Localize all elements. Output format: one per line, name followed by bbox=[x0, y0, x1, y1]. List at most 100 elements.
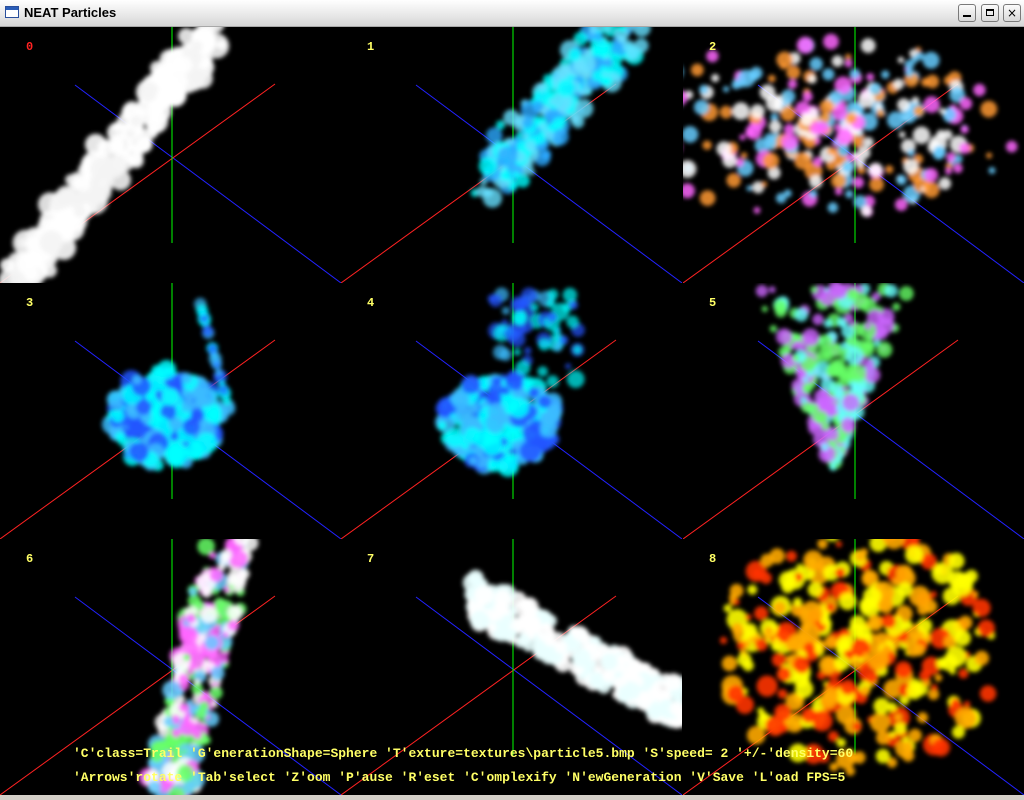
particle bbox=[209, 568, 224, 583]
particle bbox=[817, 539, 828, 550]
particle bbox=[546, 375, 559, 388]
particle bbox=[841, 393, 860, 412]
particle bbox=[754, 638, 768, 652]
particle bbox=[111, 138, 125, 152]
particle bbox=[801, 707, 817, 723]
particle bbox=[780, 105, 796, 122]
particle-canvas bbox=[0, 283, 341, 539]
particle bbox=[39, 210, 59, 230]
particle bbox=[202, 325, 214, 337]
particle bbox=[546, 404, 563, 421]
particle-viewport-4[interactable]: 4 bbox=[341, 283, 682, 539]
particle bbox=[740, 152, 748, 159]
particle bbox=[0, 258, 14, 272]
particle bbox=[543, 149, 552, 158]
particle bbox=[178, 702, 189, 713]
minimize-button[interactable] bbox=[958, 4, 976, 22]
particle bbox=[161, 388, 179, 406]
particle bbox=[454, 406, 471, 423]
particle bbox=[569, 639, 581, 651]
particle bbox=[923, 96, 940, 113]
particle bbox=[860, 205, 872, 217]
particle bbox=[816, 398, 824, 407]
particle bbox=[832, 105, 848, 121]
particle bbox=[894, 198, 908, 212]
particle bbox=[723, 86, 730, 93]
particle-viewport-2[interactable]: 2 bbox=[683, 27, 1024, 283]
particle bbox=[930, 684, 938, 691]
particle-cloud bbox=[435, 287, 585, 477]
particle bbox=[776, 667, 792, 682]
particle-viewport-5[interactable]: 5 bbox=[683, 283, 1024, 539]
status-line-controls: 'Arrows'rotate 'Tab'select 'Z'oom 'P'aus… bbox=[73, 770, 846, 785]
particle bbox=[801, 328, 820, 347]
particle bbox=[542, 74, 553, 85]
particle bbox=[760, 572, 772, 584]
particle bbox=[917, 712, 929, 724]
particle bbox=[213, 597, 226, 610]
particle bbox=[838, 639, 851, 651]
particle bbox=[877, 597, 894, 614]
particle-viewport-3[interactable]: 3 bbox=[0, 283, 341, 539]
particle bbox=[812, 313, 824, 326]
particle bbox=[898, 286, 914, 301]
particle bbox=[911, 55, 919, 64]
particle bbox=[948, 571, 967, 590]
particle bbox=[920, 553, 937, 570]
particle bbox=[881, 644, 892, 655]
particle bbox=[913, 105, 925, 117]
title-bar[interactable]: NEAT Particles × bbox=[0, 0, 1024, 27]
particle bbox=[200, 650, 209, 659]
particle bbox=[841, 325, 855, 339]
particle bbox=[227, 567, 248, 588]
particle bbox=[905, 545, 924, 564]
particle bbox=[208, 551, 217, 559]
particle bbox=[934, 674, 943, 682]
viewport-index-label: 4 bbox=[367, 296, 375, 310]
particle bbox=[793, 656, 811, 674]
particle bbox=[924, 635, 931, 643]
particle bbox=[55, 185, 78, 208]
particle bbox=[525, 140, 536, 151]
app-window-icon[interactable] bbox=[5, 6, 19, 18]
particle bbox=[153, 416, 169, 431]
particle bbox=[593, 31, 603, 41]
particle-viewport-0[interactable]: 0 bbox=[0, 27, 341, 283]
particle bbox=[838, 592, 857, 611]
particle bbox=[571, 648, 591, 668]
particle bbox=[988, 167, 996, 174]
particle bbox=[907, 149, 915, 157]
particle bbox=[845, 346, 864, 365]
particle bbox=[933, 145, 946, 159]
particle bbox=[906, 683, 923, 700]
particle bbox=[825, 364, 839, 378]
particle bbox=[925, 74, 940, 89]
particle bbox=[747, 584, 758, 595]
particle bbox=[954, 629, 971, 647]
particle bbox=[958, 142, 971, 154]
particle bbox=[208, 351, 222, 366]
particle bbox=[891, 577, 900, 587]
particle bbox=[986, 152, 993, 159]
particle bbox=[210, 666, 225, 681]
particle bbox=[845, 189, 854, 199]
particle-viewport-1[interactable]: 1 bbox=[341, 27, 682, 283]
particle bbox=[501, 306, 510, 315]
particle bbox=[573, 345, 582, 355]
particle bbox=[973, 83, 986, 97]
particle bbox=[860, 686, 871, 696]
particle bbox=[924, 168, 939, 182]
particle bbox=[778, 571, 797, 589]
maximize-button[interactable] bbox=[981, 4, 999, 22]
particle bbox=[898, 131, 906, 138]
particle bbox=[195, 395, 206, 407]
particle bbox=[912, 126, 931, 145]
particle bbox=[862, 571, 875, 584]
particle bbox=[958, 615, 973, 630]
particle bbox=[895, 661, 912, 678]
particle bbox=[979, 685, 997, 702]
particle bbox=[487, 622, 497, 633]
close-button[interactable]: × bbox=[1003, 4, 1021, 22]
particle bbox=[547, 122, 558, 133]
particle bbox=[761, 305, 768, 313]
